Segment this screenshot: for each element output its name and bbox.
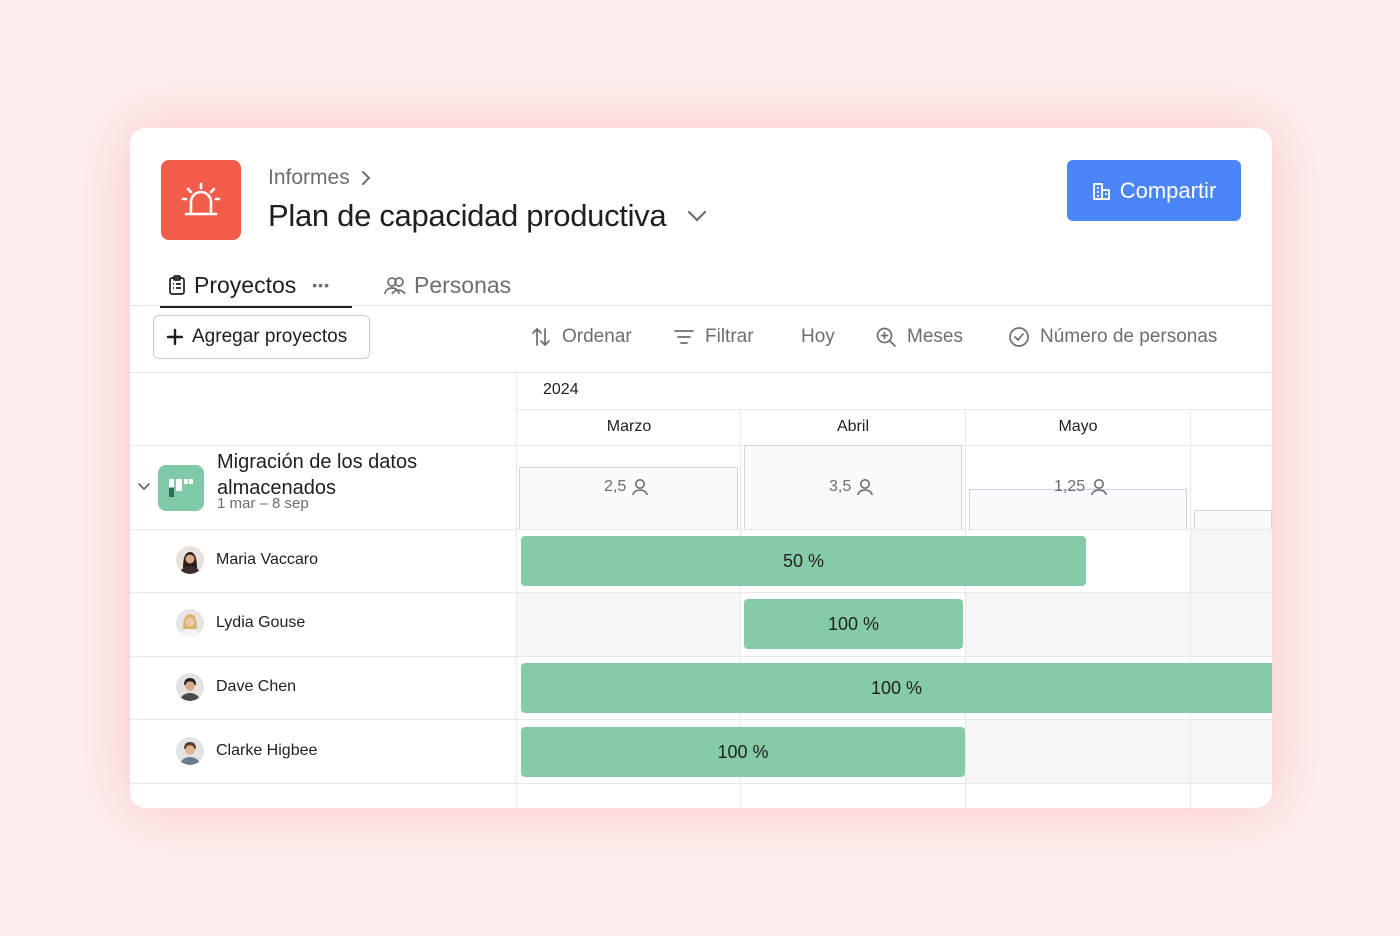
column-divider (965, 410, 966, 808)
empty-cell (966, 720, 1190, 783)
building-icon (1092, 182, 1110, 200)
collapse-chevron-icon[interactable] (137, 482, 151, 492)
person-icon (857, 479, 874, 496)
tab-people[interactable]: Personas (376, 264, 519, 306)
chevron-down-icon[interactable] (686, 209, 708, 223)
people-count-button[interactable]: Número de personas (1008, 326, 1217, 348)
view-tabs: Proyectos ••• Personas (160, 264, 519, 308)
row-divider (516, 409, 1272, 410)
row-divider (130, 719, 1272, 720)
allocation-bar-clarke[interactable]: 100 % (521, 727, 965, 777)
person-name: Dave Chen (216, 678, 297, 695)
share-button[interactable]: Compartir (1067, 160, 1241, 221)
avatar (176, 609, 204, 637)
empty-cell (966, 593, 1190, 656)
sort-button[interactable]: Ordenar (530, 326, 632, 348)
sort-label: Ordenar (562, 326, 632, 347)
allocation-label: 100 % (870, 677, 923, 698)
sort-icon (532, 327, 550, 347)
month-header-may: Mayo (1058, 418, 1098, 435)
capacity-value-may: 1,25 (1054, 478, 1086, 495)
page-title: Plan de capacidad productiva (268, 198, 667, 233)
capacity-bar-june (1194, 510, 1272, 529)
row-divider (130, 445, 1272, 446)
empty-cell (1191, 720, 1272, 783)
allocation-label: 100 % (717, 741, 769, 762)
project-name[interactable]: Migración de los datos almacenados (217, 449, 417, 501)
project-dates: 1 mar – 8 sep (217, 495, 309, 512)
zoom-in-icon (876, 327, 896, 347)
filter-button[interactable]: Filtrar (673, 326, 754, 348)
today-label: Hoy (801, 326, 835, 347)
tab-projects[interactable]: Proyectos ••• (160, 264, 352, 308)
capacity-value-april: 3,5 (829, 478, 852, 495)
person-icon (1091, 479, 1107, 496)
title-row: Plan de capacidad productiva (268, 198, 708, 234)
avatar (176, 546, 204, 574)
more-options-icon[interactable]: ••• (312, 277, 330, 293)
person-row-dave[interactable]: Dave Chen (176, 673, 296, 701)
share-label: Compartir (1119, 177, 1217, 203)
filter-label: Filtrar (705, 326, 754, 347)
row-divider (130, 529, 1272, 530)
check-circle-icon (1009, 327, 1029, 347)
today-button[interactable]: Hoy (801, 326, 835, 348)
person-icon (632, 479, 649, 496)
avatar (176, 673, 204, 701)
column-divider (1190, 410, 1191, 808)
person-row-clarke[interactable]: Clarke Higbee (176, 737, 317, 765)
allocation-bar-dave[interactable]: 100 % (521, 663, 1272, 713)
add-projects-button[interactable]: Agregar proyectos (153, 315, 370, 359)
report-window: Informes Plan de capacidad productiva Co… (130, 128, 1272, 808)
empty-cell (517, 593, 741, 656)
add-projects-label: Agregar proyectos (192, 326, 348, 347)
filter-icon (674, 330, 694, 344)
people-count-label: Número de personas (1040, 326, 1218, 347)
allocation-label: 100 % (827, 613, 880, 634)
row-divider (130, 783, 1272, 784)
project-icon (158, 465, 204, 511)
empty-cell (1191, 530, 1272, 593)
empty-cell (1191, 593, 1272, 656)
person-name: Clarke Higbee (216, 742, 318, 759)
plus-icon (166, 328, 184, 346)
person-name: Lydia Gouse (216, 614, 306, 631)
year-header: 2024 (543, 381, 579, 398)
person-name: Maria Vaccaro (216, 551, 318, 568)
row-divider (130, 656, 1272, 657)
capacity-bar-march (519, 467, 738, 529)
breadcrumb[interactable]: Informes (268, 166, 372, 190)
row-divider (130, 592, 1272, 593)
project-name-line1: Migración de los datos (217, 451, 418, 473)
column-divider (516, 373, 517, 808)
tab-projects-label: Proyectos (194, 271, 297, 298)
capacity-timeline: 2024 Marzo Abril Mayo Migración de los d… (130, 373, 1272, 808)
zoom-months-button[interactable]: Meses (875, 326, 963, 348)
avatar (176, 737, 204, 765)
breadcrumb-informes[interactable]: Informes (268, 166, 350, 190)
capacity-value-march: 2,5 (604, 478, 627, 495)
chevron-right-icon (361, 171, 371, 185)
person-row-maria[interactable]: Maria Vaccaro (176, 546, 318, 574)
alarm-icon (161, 160, 241, 240)
tabs-divider (130, 305, 1272, 306)
allocation-bar-maria[interactable]: 50 % (521, 536, 1086, 586)
clipboard-icon (169, 275, 185, 295)
person-row-lydia[interactable]: Lydia Gouse (176, 609, 305, 637)
allocation-label: 50 % (782, 550, 825, 571)
people-icon (384, 277, 406, 295)
capacity-label-may: 1,25 (1054, 478, 1107, 496)
zoom-label: Meses (907, 326, 963, 347)
month-header-april: Abril (836, 418, 869, 435)
month-header-march: Marzo (606, 418, 652, 435)
allocation-bar-lydia[interactable]: 100 % (744, 599, 963, 649)
capacity-label-march: 2,5 (604, 478, 649, 496)
tab-people-label: Personas (414, 271, 512, 298)
capacity-label-april: 3,5 (829, 478, 874, 496)
